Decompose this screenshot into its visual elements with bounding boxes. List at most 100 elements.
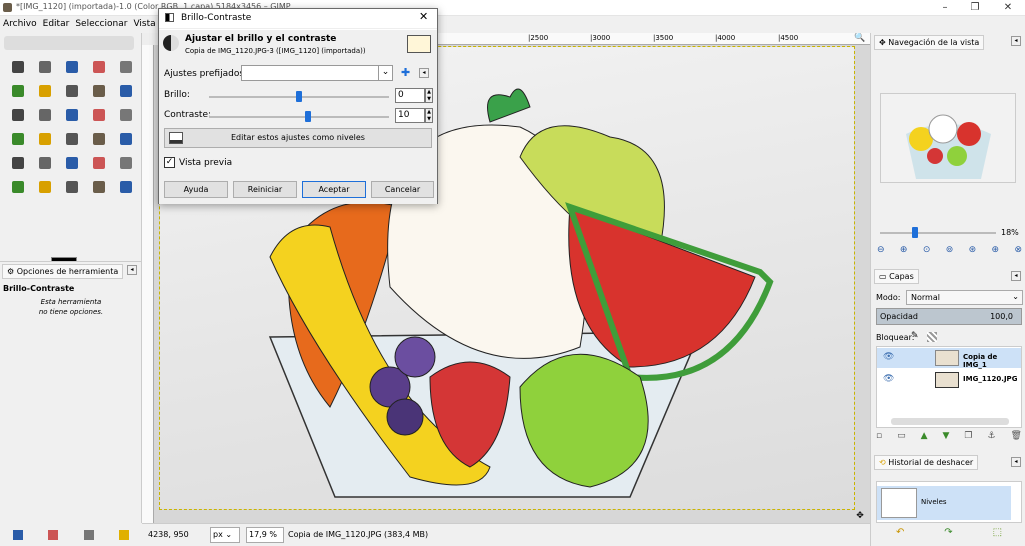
layers-scrollbar[interactable] (891, 418, 1009, 425)
tool-28-icon[interactable] (58, 175, 85, 199)
maximize-button[interactable]: ❐ (960, 0, 990, 16)
new-group-icon[interactable]: ▭ (897, 431, 906, 441)
menu-seleccionar[interactable]: Seleccionar (72, 17, 130, 31)
navigation-zoom-slider[interactable] (880, 232, 996, 234)
new-layer-icon[interactable]: ▫ (876, 431, 882, 441)
layers-panel-menu-icon[interactable]: ◂ (1011, 271, 1021, 281)
tool-19-icon[interactable] (85, 127, 112, 151)
layer-row-copia[interactable]: 👁 Copia de IMG_1 (877, 348, 1021, 369)
undo-icon[interactable]: ↶ (896, 527, 904, 538)
tool-9-icon[interactable] (85, 79, 112, 103)
menu-vista[interactable]: Vista (130, 17, 158, 31)
duplicate-layer-icon[interactable]: ❐ (964, 431, 972, 441)
delete-layer-icon[interactable]: 🗑 (1011, 431, 1022, 441)
zoom-lock-icon[interactable]: 🔍 (854, 33, 866, 45)
layers-tab[interactable]: ▭ Capas (874, 269, 919, 284)
cancel-button[interactable]: Cancelar (371, 181, 434, 198)
tool-4-icon[interactable] (85, 55, 112, 79)
opacity-slider[interactable]: Opacidad 100,0 (876, 308, 1022, 325)
tool-18-icon[interactable] (58, 127, 85, 151)
tool-options-tab[interactable]: ⚙ Opciones de herramienta (2, 264, 124, 279)
tool-23-icon[interactable] (58, 151, 85, 175)
tool-12-icon[interactable] (31, 103, 58, 127)
navigate-icon[interactable]: ✥ (854, 511, 866, 523)
clear-history-icon[interactable]: ⬚ (993, 527, 1002, 538)
brightness-spinbox[interactable]: 0 (395, 88, 425, 103)
tool-10-icon[interactable] (112, 79, 139, 103)
contrast-spin-arrows[interactable]: ▲ ▼ (425, 108, 433, 123)
reset-button[interactable]: Reiniciar (233, 181, 297, 198)
tool-24-icon[interactable] (85, 151, 112, 175)
navigation-tab[interactable]: ✥ Navegación de la vista (874, 35, 985, 50)
navigation-panel-menu-icon[interactable]: ◂ (1011, 36, 1021, 46)
undo-panel-menu-icon[interactable]: ◂ (1011, 457, 1021, 467)
preview-checkbox[interactable]: ✓ (164, 157, 175, 168)
tool-25-icon[interactable] (112, 151, 139, 175)
navigation-zoom-handle[interactable] (911, 227, 918, 238)
zoom-fit-icon[interactable]: ⊚ (946, 245, 954, 255)
tool-13-icon[interactable] (58, 103, 85, 127)
tool-6-icon[interactable] (4, 79, 31, 103)
shrink-wrap-icon[interactable]: ⊕ (992, 245, 1000, 255)
edit-as-levels-button[interactable]: Editar estos ajustes como niveles (164, 128, 432, 148)
minimize-button[interactable]: – (930, 0, 960, 16)
add-preset-icon[interactable]: ✚ (401, 66, 410, 79)
help-button[interactable]: Ayuda (164, 181, 228, 198)
menu-archivo[interactable]: Archivo (0, 17, 40, 31)
save-options-icon[interactable] (12, 529, 23, 540)
close-window-button[interactable]: ✕ (993, 0, 1023, 16)
tool-30-icon[interactable] (112, 175, 139, 199)
zoom-select[interactable]: 17,9 % (246, 527, 284, 543)
undo-item-niveles[interactable]: Niveles (877, 486, 1011, 520)
brightness-spin-arrows[interactable]: ▲ ▼ (425, 88, 433, 103)
tool-17-icon[interactable] (31, 127, 58, 151)
dialog-close-icon[interactable]: ✕ (419, 10, 428, 23)
tool-22-icon[interactable] (31, 151, 58, 175)
tool-20-icon[interactable] (112, 127, 139, 151)
visibility-eye-icon[interactable]: 👁 (883, 352, 894, 362)
contrast-handle[interactable] (305, 111, 311, 122)
tool-15-icon[interactable] (112, 103, 139, 127)
zoom-in-icon[interactable]: ⊕ (900, 245, 908, 255)
tool-27-icon[interactable] (31, 175, 58, 199)
tool-21-icon[interactable] (4, 151, 31, 175)
ok-button[interactable]: Aceptar (302, 181, 366, 198)
fullscreen-icon[interactable]: ⊗ (1014, 245, 1022, 255)
presets-select[interactable]: ⌄ (241, 65, 393, 81)
tool-5-icon[interactable] (112, 55, 139, 79)
ruler-vertical[interactable] (142, 45, 154, 523)
panel-menu-icon[interactable]: ◂ (127, 265, 137, 275)
mode-select[interactable]: Normal ⌄ (906, 290, 1023, 305)
tool-16-icon[interactable] (4, 127, 31, 151)
reset-options-icon[interactable] (119, 529, 130, 540)
restore-options-icon[interactable] (48, 529, 59, 540)
contrast-slider[interactable] (209, 116, 389, 118)
tool-2-icon[interactable] (31, 55, 58, 79)
zoom-fill-icon[interactable]: ⊛ (969, 245, 977, 255)
lock-pixels-icon[interactable]: ✎ (911, 331, 919, 341)
redo-icon[interactable]: ↷ (944, 527, 952, 538)
navigation-preview[interactable] (880, 93, 1016, 183)
tool-7-icon[interactable] (31, 79, 58, 103)
anchor-layer-icon[interactable]: ⚓ (987, 431, 995, 441)
tool-29-icon[interactable] (85, 175, 112, 199)
tool-14-icon[interactable] (85, 103, 112, 127)
zoom-1-1-icon[interactable]: ⊙ (923, 245, 931, 255)
contrast-spinbox[interactable]: 10 (395, 108, 425, 123)
tool-8-icon[interactable] (58, 79, 85, 103)
delete-options-icon[interactable] (83, 529, 94, 540)
tool-3-icon[interactable] (58, 55, 85, 79)
menu-editar[interactable]: Editar (40, 17, 73, 31)
unit-select[interactable]: px ⌄ (210, 527, 240, 543)
raise-layer-icon[interactable]: ▲ (921, 431, 928, 441)
visibility-eye-icon[interactable]: 👁 (883, 374, 894, 384)
presets-menu-icon[interactable]: ◂ (419, 68, 429, 78)
tool-26-icon[interactable] (4, 175, 31, 199)
layer-row-img1120[interactable]: 👁 IMG_1120.JPG (877, 370, 1021, 390)
tool-11-icon[interactable] (4, 103, 31, 127)
lower-layer-icon[interactable]: ▼ (943, 431, 950, 441)
undo-history-tab[interactable]: ⟲ Historial de deshacer (874, 455, 979, 470)
lock-alpha-icon[interactable] (927, 332, 937, 342)
zoom-out-icon[interactable]: ⊖ (877, 245, 885, 255)
brightness-handle[interactable] (296, 91, 302, 102)
